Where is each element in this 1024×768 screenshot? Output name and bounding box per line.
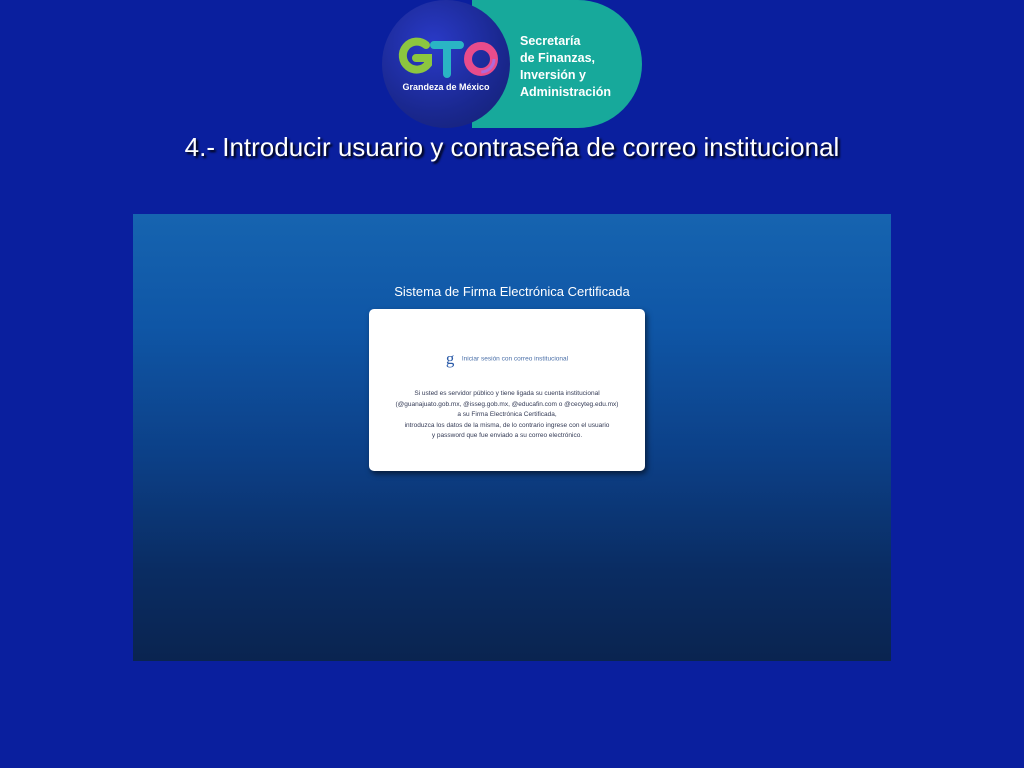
signin-notice: Si usted es servidor público y tiene lig… xyxy=(369,389,645,442)
logo-org-name: Secretaría de Finanzas, Inversión y Admi… xyxy=(520,33,611,101)
logo-org-line: Secretaría xyxy=(520,34,581,48)
slide: Grandeza de México Secretaría de Finanza… xyxy=(0,0,1024,768)
logo-tagline: Grandeza de México xyxy=(402,82,490,92)
logo-org-line: Inversión y xyxy=(520,68,586,82)
login-card: g Iniciar sesión con correo instituciona… xyxy=(369,309,645,471)
g-icon: g xyxy=(445,349,455,368)
login-screenshot-panel: Sistema de Firma Electrónica Certificada… xyxy=(133,214,891,661)
notice-line: y password que fue enviado a su correo e… xyxy=(431,432,583,439)
logo-org-line: de Finanzas, xyxy=(520,51,596,65)
page-title: 4.- Introducir usuario y contraseña de c… xyxy=(184,132,840,162)
gto-logo: Grandeza de México Secretaría de Finanza… xyxy=(382,0,642,128)
logo-circle: Grandeza de México xyxy=(382,0,510,128)
notice-line: introduzca los datos de la misma, de lo … xyxy=(404,421,610,429)
notice-line: (@guanajuato.gob.mx, @isseg.gob.mx, @edu… xyxy=(395,400,619,408)
logo-org-line: Administración xyxy=(520,85,611,99)
system-title: Sistema de Firma Electrónica Certificada xyxy=(394,284,630,299)
gto-mark-icon xyxy=(398,37,498,78)
signin-label: Iniciar sesión con correo institucional xyxy=(461,355,569,363)
institutional-signin-link[interactable]: g Iniciar sesión con correo instituciona… xyxy=(369,349,645,369)
notice-line: Si usted es servidor público y tiene lig… xyxy=(414,390,600,397)
notice-line: a su Firma Electrónica Certificada, xyxy=(457,411,557,418)
